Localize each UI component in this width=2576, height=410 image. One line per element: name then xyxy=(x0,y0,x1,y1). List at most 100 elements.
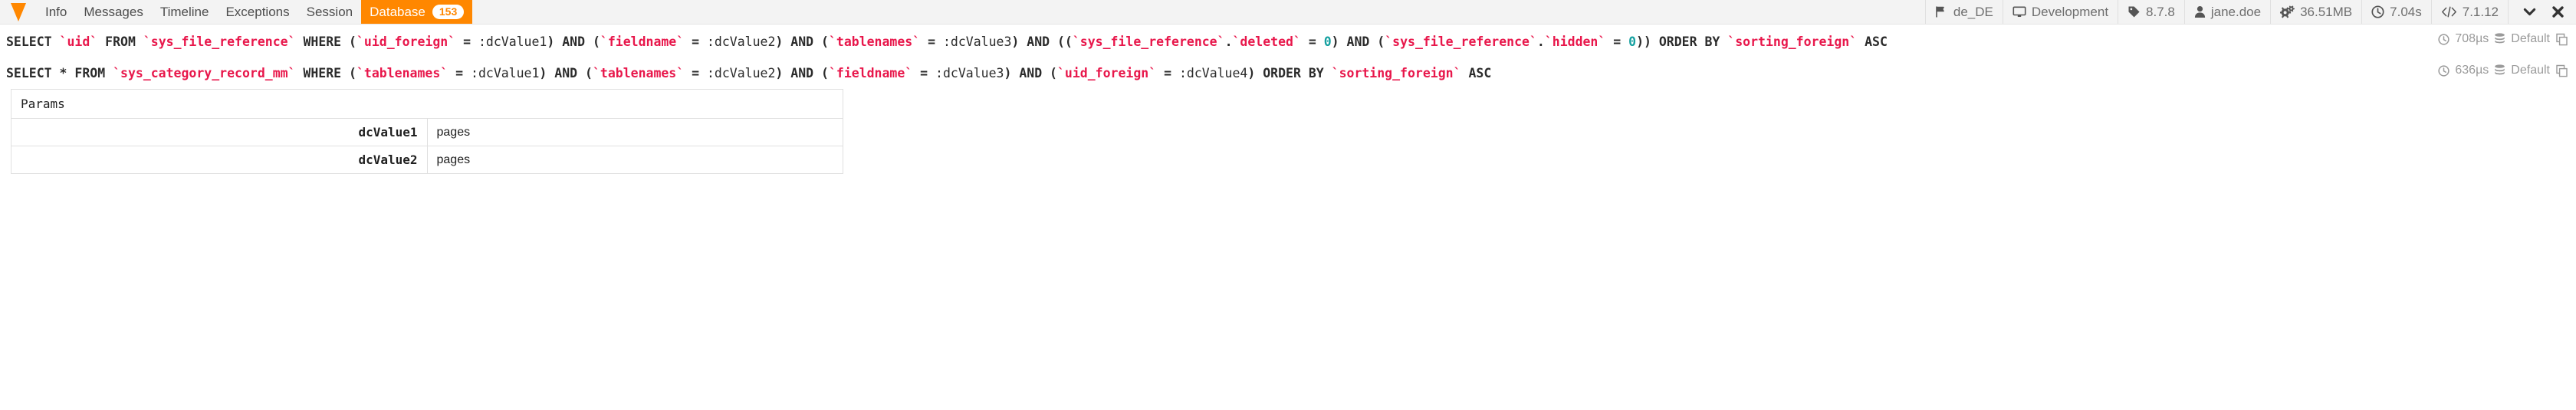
query-duration: 636µs xyxy=(2455,64,2489,77)
sql-token: 0 xyxy=(1323,34,1332,49)
tab-timeline-label: Timeline xyxy=(159,4,209,19)
sql-token: `uid_foreign` xyxy=(356,34,456,49)
clock-icon xyxy=(2438,33,2450,45)
sql-token: `tablenames` xyxy=(828,34,921,49)
copy-icon[interactable] xyxy=(2555,64,2568,77)
status-version[interactable]: 8.7.8 xyxy=(2118,0,2184,24)
sql-token: . xyxy=(1536,34,1545,49)
clock-icon xyxy=(2438,64,2450,77)
params-row: dcValue1 pages xyxy=(11,118,843,146)
params-header-label: Params xyxy=(11,89,843,119)
tag-icon xyxy=(2128,5,2141,18)
database-icon xyxy=(2494,33,2505,45)
query-sql[interactable]: SELECT `uid` FROM `sys_file_reference` W… xyxy=(0,32,2576,51)
sql-token: `sys_file_reference` xyxy=(1385,34,1537,49)
params-table-wrap: Params dcValue1 pages dcValue2 pages xyxy=(0,83,2576,174)
sql-token: 0 xyxy=(1628,34,1637,49)
tab-info[interactable]: Info xyxy=(37,0,75,24)
gears-icon xyxy=(2280,5,2295,18)
sql-token: ) AND ( xyxy=(775,66,829,80)
user-icon xyxy=(2194,5,2206,18)
database-icon xyxy=(2494,64,2505,77)
sql-token: = xyxy=(455,34,478,49)
sql-token: :dcValue2 xyxy=(707,66,776,80)
query-connection: Default xyxy=(2511,32,2550,45)
query-duration: 708µs xyxy=(2455,32,2489,45)
sql-token: `sys_file_reference` xyxy=(143,34,296,49)
sql-token: = xyxy=(1300,34,1324,49)
query-meta: 636µs Default xyxy=(2438,64,2568,77)
copy-icon[interactable] xyxy=(2555,33,2568,46)
status-locale-label: de_DE xyxy=(1953,4,1993,19)
params-header-row: Params xyxy=(11,89,843,119)
sql-token: :dcValue4 xyxy=(1178,66,1248,80)
sql-token: = xyxy=(1605,34,1629,49)
status-time-label: 7.04s xyxy=(2390,4,2422,19)
sql-token: WHERE ( xyxy=(295,34,356,49)
sql-token: :dcValue3 xyxy=(935,66,1004,80)
sql-token: ) AND (( xyxy=(1011,34,1073,49)
tab-messages-label: Messages xyxy=(84,4,143,19)
sql-token: = xyxy=(448,66,472,80)
sql-token: `sorting_foreign` xyxy=(1727,34,1858,49)
sql-token: `sys_category_record_mm` xyxy=(113,66,296,80)
status-php-version-label: 7.1.12 xyxy=(2462,4,2499,19)
sql-token: )) ORDER BY xyxy=(1636,34,1728,49)
sql-token: `uid` xyxy=(59,34,98,49)
tab-database-label: Database xyxy=(370,4,426,19)
sql-token: `deleted` xyxy=(1232,34,1301,49)
sql-token: ASC xyxy=(1857,34,1888,49)
sql-token: :dcValue1 xyxy=(478,34,547,49)
params-row: dcValue2 pages xyxy=(11,146,843,174)
sql-token: WHERE ( xyxy=(295,66,356,80)
tab-messages[interactable]: Messages xyxy=(75,0,151,24)
query-sql[interactable]: SELECT * FROM `sys_category_record_mm` W… xyxy=(0,64,2576,83)
tab-session[interactable]: Session xyxy=(298,0,361,24)
sql-token: SELECT xyxy=(6,34,60,49)
sql-token: `tablenames` xyxy=(592,66,685,80)
tab-session-label: Session xyxy=(306,4,353,19)
close-icon[interactable] xyxy=(2551,5,2565,19)
sql-token: SELECT * FROM xyxy=(6,66,113,80)
status-locale[interactable]: de_DE xyxy=(1924,0,2003,24)
code-icon xyxy=(2441,5,2457,18)
monitor-icon xyxy=(2013,5,2026,18)
typo3-logo[interactable] xyxy=(0,0,37,24)
window-controls xyxy=(2508,0,2576,24)
sql-token: ) ORDER BY xyxy=(1247,66,1332,80)
sql-token: `sorting_foreign` xyxy=(1331,66,1461,80)
flag-icon xyxy=(1935,5,1948,18)
param-name: dcValue2 xyxy=(11,146,428,174)
sql-token: = xyxy=(920,34,943,49)
status-context[interactable]: Development xyxy=(2002,0,2118,24)
tab-exceptions-label: Exceptions xyxy=(225,4,290,19)
param-value: pages xyxy=(426,118,843,146)
debug-toolbar: Info Messages Timeline Exceptions Sessio… xyxy=(0,0,2576,25)
params-table: Params dcValue1 pages dcValue2 pages xyxy=(11,89,843,174)
status-memory[interactable]: 36.51MB xyxy=(2270,0,2361,24)
sql-token: `tablenames` xyxy=(356,66,449,80)
chevron-down-icon[interactable] xyxy=(2522,5,2537,19)
tab-info-label: Info xyxy=(45,4,67,19)
sql-token: = xyxy=(1156,66,1179,80)
sql-token: `fieldname` xyxy=(828,66,913,80)
sql-token: `sys_file_reference` xyxy=(1072,34,1225,49)
status-php-version[interactable]: 7.1.12 xyxy=(2430,0,2508,24)
tab-exceptions[interactable]: Exceptions xyxy=(217,0,297,24)
param-name: dcValue1 xyxy=(11,118,428,146)
sql-token: :dcValue3 xyxy=(942,34,1012,49)
params-body: dcValue1 pages dcValue2 pages xyxy=(11,118,843,174)
tab-timeline[interactable]: Timeline xyxy=(152,0,218,24)
sql-token: `uid_foreign` xyxy=(1057,66,1157,80)
database-count-badge: 153 xyxy=(432,5,465,19)
status-time[interactable]: 7.04s xyxy=(2361,0,2431,24)
clock-icon xyxy=(2371,5,2384,18)
sql-token: `fieldname` xyxy=(600,34,685,49)
status-version-label: 8.7.8 xyxy=(2146,4,2175,19)
tab-database[interactable]: Database 153 xyxy=(361,0,473,24)
sql-token: ) AND ( xyxy=(547,34,600,49)
sql-token: ) AND ( xyxy=(775,34,829,49)
query-row: SELECT `uid` FROM `sys_file_reference` W… xyxy=(0,25,2576,56)
sql-token: FROM xyxy=(97,34,143,49)
status-user[interactable]: jane.doe xyxy=(2183,0,2270,24)
